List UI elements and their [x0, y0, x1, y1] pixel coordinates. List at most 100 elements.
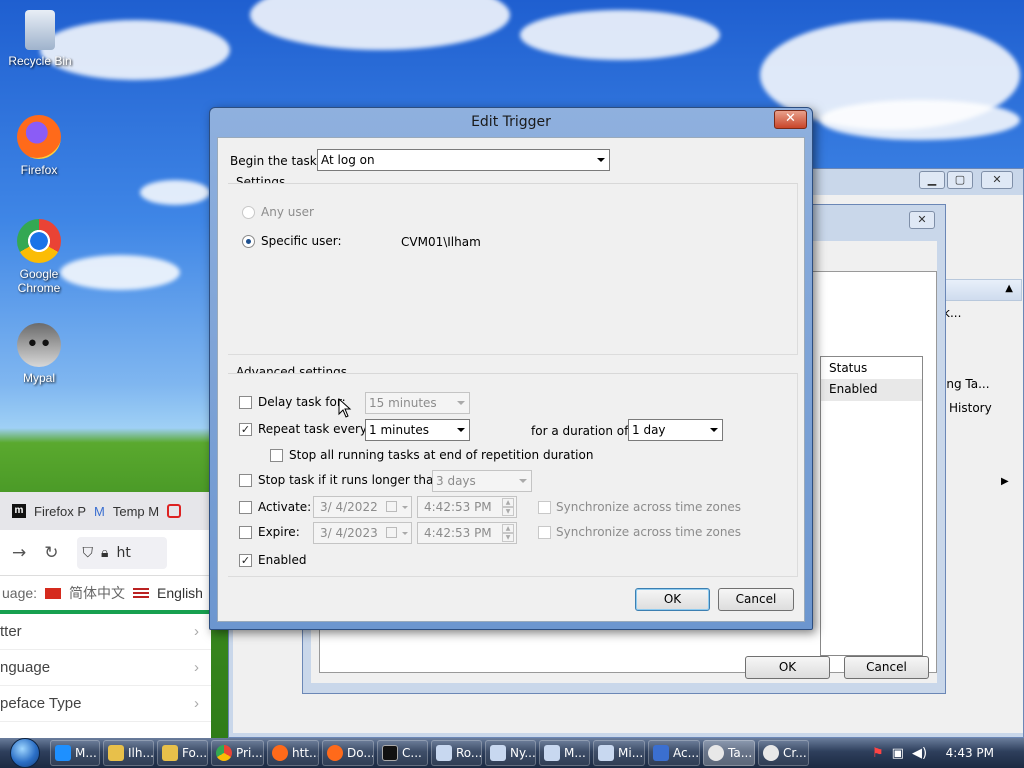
action-item-history[interactable]: History [949, 401, 992, 415]
column-header-status[interactable]: Status [829, 361, 867, 375]
action-center-flag-icon[interactable]: ⚑ [872, 746, 884, 761]
specific-user-label: Specific user: [261, 234, 342, 248]
delay-task-dropdown[interactable]: 15 minutes [365, 392, 470, 414]
stop-longer-dropdown[interactable]: 3 days [432, 470, 532, 492]
any-user-label: Any user [261, 205, 314, 219]
activate-sync-checkbox[interactable] [538, 501, 551, 514]
spin-down-icon[interactable]: ▼ [502, 507, 514, 516]
any-user-radio[interactable] [242, 206, 255, 219]
runner-icon [436, 745, 452, 761]
activate-time-spinner[interactable]: 4:42:53 PM ▲ ▼ [417, 496, 517, 518]
menu-row[interactable]: peface Type › [0, 686, 211, 722]
ok-button[interactable]: OK [635, 588, 710, 611]
taskbar-item[interactable]: Fo... [157, 740, 208, 766]
begin-task-dropdown[interactable]: At log on [317, 149, 610, 171]
taskbar-item-label: Do... [347, 746, 374, 760]
taskbar-item-label: Pri... [236, 746, 263, 760]
taskbar-item[interactable]: M... [50, 740, 100, 766]
stop-longer-checkbox[interactable] [239, 474, 252, 487]
desktop-icon-chrome[interactable]: Google Chrome [1, 219, 77, 295]
taskbar-item[interactable]: Cr... [758, 740, 809, 766]
delay-task-checkbox[interactable] [239, 396, 252, 409]
desktop-icon-label: Google Chrome [17, 267, 61, 295]
language-label: uage: [2, 585, 38, 601]
mypal-icon [17, 323, 61, 367]
start-button[interactable] [0, 738, 50, 768]
runner-icon [490, 745, 506, 761]
reload-icon[interactable]: ↻ [44, 543, 58, 563]
edit-trigger-dialog: Edit Trigger ✕ Begin the task: At log on… [209, 107, 813, 630]
volume-icon[interactable]: ◀) [912, 746, 927, 761]
duration-dropdown[interactable]: 1 day [628, 419, 723, 441]
browser-tab[interactable]: Firefox P [34, 504, 86, 519]
chrome-icon [216, 745, 232, 761]
lock-icon: 🔒︎ [101, 544, 109, 561]
browser-tab[interactable]: Temp M [113, 504, 159, 519]
taskbar-item-label: Mi... [618, 746, 644, 760]
taskbar-item[interactable]: Ny... [485, 740, 536, 766]
spin-up-icon[interactable]: ▲ [502, 524, 514, 533]
tab-favicon-icon: m [12, 504, 26, 518]
taskbar-item-label: Ta... [728, 746, 753, 760]
language-chinese-link[interactable]: 简体中文 [69, 583, 125, 603]
taskbar: M... Ilh... Fo... Pri... htt... Do... C.… [0, 738, 1024, 768]
cloud [520, 10, 720, 60]
dialog-body: Begin the task: At log on Settings Any u… [217, 137, 805, 622]
close-icon[interactable]: ✕ [774, 110, 807, 129]
activate-date-picker[interactable]: 3/ 4/2022 [313, 496, 412, 518]
chevron-down-icon [710, 428, 718, 432]
taskbar-item-label: Fo... [182, 746, 208, 760]
taskbar-item[interactable]: Ro... [431, 740, 482, 766]
taskbar-item[interactable]: Mi... [593, 740, 645, 766]
expire-checkbox[interactable] [239, 526, 252, 539]
chevron-right-icon[interactable]: ▶ [1001, 476, 1009, 487]
taskbar-item[interactable]: htt... [267, 740, 319, 766]
cancel-button[interactable]: Cancel [844, 656, 929, 679]
taskbar-item[interactable]: Ilh... [103, 740, 154, 766]
taskbar-item[interactable]: C... [377, 740, 428, 766]
status-cell: Enabled [829, 382, 878, 396]
specific-user-radio[interactable] [242, 235, 255, 248]
forward-icon[interactable]: → [12, 543, 26, 563]
stop-all-checkbox[interactable] [270, 449, 283, 462]
enabled-checkbox[interactable]: ✓ [239, 554, 252, 567]
close-icon[interactable]: ✕ [909, 211, 935, 229]
expire-date-picker[interactable]: 3/ 4/2023 [313, 522, 412, 544]
network-icon[interactable]: ▣ [892, 746, 904, 761]
desktop-icon-firefox[interactable]: Firefox [1, 115, 77, 177]
taskbar-item[interactable]: Do... [322, 740, 374, 766]
language-english-link[interactable]: English [157, 585, 203, 601]
taskbar-item[interactable]: Pri... [211, 740, 264, 766]
url-bar[interactable]: ⛉ 🔒︎ ht [76, 536, 167, 569]
activate-checkbox[interactable] [239, 501, 252, 514]
repeat-task-checkbox[interactable]: ✓ [239, 423, 252, 436]
close-icon[interactable]: ✕ [981, 171, 1013, 189]
collapse-up-icon[interactable]: ▲ [1005, 283, 1013, 294]
expire-sync-checkbox[interactable] [538, 526, 551, 539]
maximize-icon[interactable]: ▢ [947, 171, 973, 189]
activate-time-value: 4:42:53 PM [424, 500, 492, 514]
table-row[interactable]: Enabled [821, 379, 922, 401]
minimize-icon[interactable]: ▁ [919, 171, 945, 189]
spin-down-icon[interactable]: ▼ [502, 533, 514, 542]
desktop-icon-mypal[interactable]: Mypal [1, 323, 77, 385]
cancel-button[interactable]: Cancel [718, 588, 794, 611]
clock[interactable]: 4:43 PM [946, 746, 994, 760]
spin-up-icon[interactable]: ▲ [502, 498, 514, 507]
cloud [250, 0, 510, 50]
folder-icon [108, 745, 124, 761]
taskbar-item[interactable]: Ac... [648, 740, 700, 766]
taskbar-item[interactable]: M... [539, 740, 590, 766]
desktop-icon-recycle-bin[interactable]: Recycle Bin [2, 10, 78, 68]
repeat-task-dropdown[interactable]: 1 minutes [365, 419, 470, 441]
menu-row[interactable]: nguage › [0, 650, 211, 686]
chrome-icon [17, 219, 61, 263]
expire-time-spinner[interactable]: 4:42:53 PM ▲ ▼ [417, 522, 517, 544]
menu-row[interactable]: tter › [0, 614, 211, 650]
action-item[interactable]: ing Ta... [943, 377, 990, 391]
ok-button[interactable]: OK [745, 656, 830, 679]
flag-icon [653, 745, 669, 761]
enabled-label: Enabled [258, 553, 307, 567]
taskbar-item[interactable]: Ta... [703, 740, 755, 766]
duration-value: 1 day [632, 423, 666, 437]
